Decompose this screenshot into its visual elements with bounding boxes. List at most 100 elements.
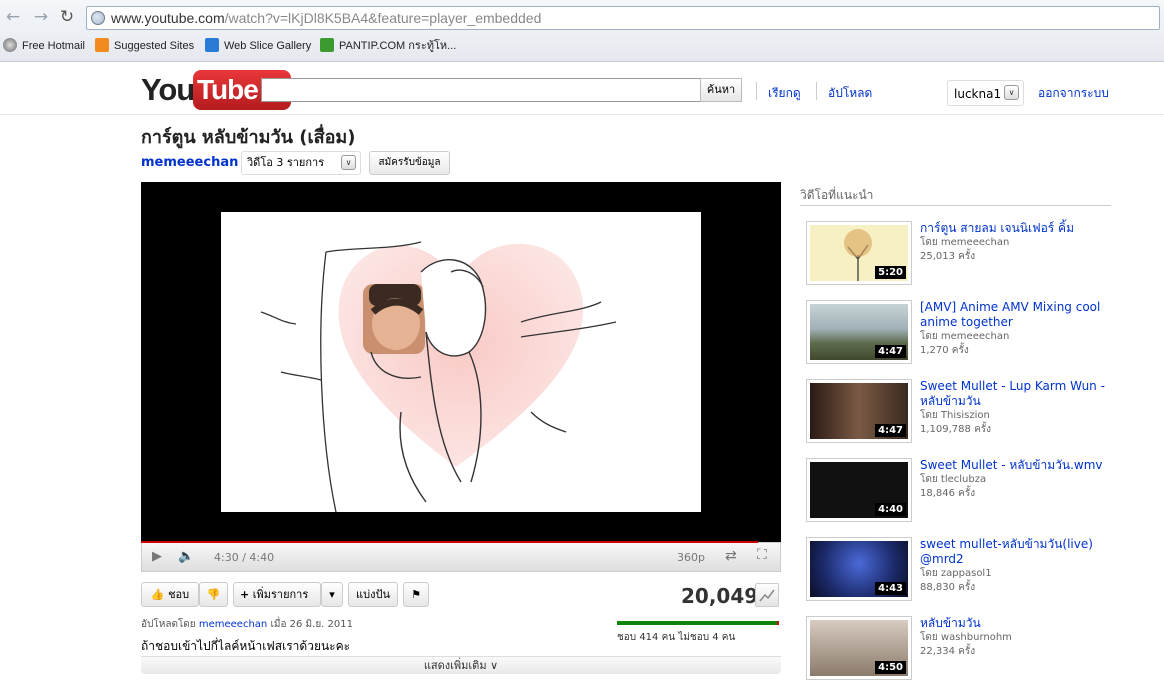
video-thumbnail[interactable]: 4:50: [806, 616, 912, 680]
web-slice-icon: [205, 38, 219, 52]
chart-icon: [759, 589, 775, 602]
suggested-author: โดย Thisiszion: [920, 410, 990, 421]
show-more-button[interactable]: แสดงเพิ่มเติม ∨: [141, 656, 781, 674]
stats-button[interactable]: [755, 583, 779, 607]
chevron-down-icon: ▾: [329, 588, 335, 601]
video-player[interactable]: [141, 182, 781, 542]
add-to-button[interactable]: + เพิ่มรายการ: [233, 582, 321, 607]
header-divider: [0, 114, 1164, 115]
quality-selector[interactable]: 360p: [677, 551, 705, 564]
thumbnail-image: 4:43: [810, 541, 908, 597]
page-title: การ์ตูน หลับข้ามวัน (เสื่อม): [141, 127, 356, 148]
thumbnail-image: 4:50: [810, 620, 908, 676]
suggestions-heading: วิดีโอที่แนะนำ: [800, 188, 874, 202]
video-frame: [221, 212, 701, 512]
video-thumbnail[interactable]: 5:20: [806, 221, 912, 285]
upload-link[interactable]: อัปโหลด: [828, 84, 872, 103]
upload-info: อัปโหลดโดย memeeechan เมื่อ 26 มิ.ย. 201…: [141, 619, 353, 630]
player-controls: ▶ 🔈 4:30 / 4:40 360p ⇄ ⛶: [141, 542, 781, 572]
thumbs-up-icon: 👍: [150, 588, 165, 601]
header-divider: [816, 82, 817, 100]
time-display: 4:30 / 4:40: [214, 551, 275, 564]
dislike-ratio-bar: [777, 621, 779, 625]
video-count-dropdown[interactable]: วิดีโอ 3 รายการ ∨: [241, 151, 361, 175]
suggested-views: 1,109,788 ครั้ง: [920, 424, 992, 435]
suggested-author: โดย tleclubza: [920, 474, 987, 485]
search-input[interactable]: [261, 78, 701, 102]
duration-badge: 4:47: [875, 424, 906, 437]
suggested-video[interactable]: 4:50 หลับข้ามวัน โดย washburnohm 22,334 คร…: [806, 616, 1112, 682]
suggested-video[interactable]: 4:47 Sweet Mullet - Lup Karm Wun - หลับข…: [806, 379, 1112, 445]
suggested-title[interactable]: หลับข้ามวัน: [920, 616, 1110, 631]
username: luckna1: [954, 87, 1002, 101]
suggested-sites-icon: [95, 38, 109, 52]
show-more-label: แสดงเพิ่มเติม: [423, 659, 487, 672]
browse-link[interactable]: เรียกดู: [768, 84, 801, 103]
like-button[interactable]: 👍 ชอบ: [141, 582, 199, 607]
chevron-down-icon: ∨: [490, 659, 499, 672]
address-bar[interactable]: www.youtube.com/watch?v=lKjDl8K5BA4&feat…: [86, 6, 1160, 30]
subscribe-button[interactable]: สมัครรับข้อมูล: [369, 151, 450, 175]
thumbnail-image: 4:47: [810, 383, 908, 439]
flag-icon: ⚑: [411, 588, 421, 601]
thumbnail-image: 4:47: [810, 304, 908, 360]
favorite-web-slice-gallery[interactable]: Web Slice Gallery: [205, 38, 311, 56]
suggested-video[interactable]: 4:47 [AMV] Anime AMV Mixing cool anime t…: [806, 300, 1112, 366]
play-icon[interactable]: ▶: [152, 549, 162, 564]
signout-link[interactable]: ออกจากระบบ: [1038, 84, 1109, 103]
chevron-down-icon: ∨: [341, 155, 356, 170]
suggested-title[interactable]: Sweet Mullet - หลับข้ามวัน.wmv: [920, 458, 1110, 473]
suggested-author: โดย memeeechan: [920, 237, 1010, 248]
fullscreen-icon[interactable]: ⛶: [757, 547, 767, 563]
duration-badge: 4:47: [875, 345, 906, 358]
back-arrow-icon[interactable]: ←: [2, 6, 24, 28]
duration-badge: 4:50: [875, 661, 906, 674]
dislike-button[interactable]: 👎: [199, 582, 228, 607]
suggested-title[interactable]: sweet mullet-หลับข้ามวัน(live) @mrd2: [920, 537, 1110, 567]
favorite-pantip[interactable]: PANTIP.COM กระทู้โห...: [320, 38, 456, 56]
flag-button[interactable]: ⚑: [403, 582, 429, 607]
video-thumbnail[interactable]: 4:47: [806, 300, 912, 364]
suggested-views: 25,013 ครั้ง: [920, 251, 976, 262]
address-url: www.youtube.com/watch?v=lKjDl8K5BA4&feat…: [111, 10, 542, 26]
favorite-suggested-sites[interactable]: Suggested Sites: [95, 38, 194, 56]
suggested-author: โดย zappasol1: [920, 568, 992, 579]
volume-icon[interactable]: 🔈: [178, 549, 194, 564]
uploader-link[interactable]: memeeechan: [199, 619, 267, 630]
view-count: 20,049: [681, 584, 759, 608]
suggested-title[interactable]: [AMV] Anime AMV Mixing cool anime togeth…: [920, 300, 1110, 330]
header-divider: [756, 82, 757, 100]
video-thumbnail[interactable]: 4:43: [806, 537, 912, 601]
add-to-label: เพิ่มรายการ: [252, 588, 309, 601]
suggested-title[interactable]: การ์ตูน สายลม เจนนิเฟอร์ คิ้ม: [920, 221, 1110, 236]
video-thumbnail[interactable]: 4:40: [806, 458, 912, 522]
duration-badge: 5:20: [875, 266, 906, 279]
thumbnail-image: 5:20: [810, 225, 908, 281]
suggested-views: 18,846 ครั้ง: [920, 488, 976, 499]
cactus-icon: [320, 38, 334, 52]
like-ratio-bar: [617, 621, 779, 625]
globe-icon: [91, 11, 105, 25]
duration-badge: 4:40: [875, 503, 906, 516]
popout-icon[interactable]: ⇄: [725, 548, 737, 564]
like-stats: ชอบ 414 คน ไม่ชอบ 4 คน: [617, 632, 736, 643]
browser-toolbar: ← → ↻ www.youtube.com/watch?v=lKjDl8K5BA…: [0, 0, 1164, 62]
suggested-video[interactable]: 5:20 การ์ตูน สายลม เจนนิเฟอร์ คิ้ม โดย me…: [806, 221, 1112, 287]
search-button[interactable]: ค้นหา: [700, 78, 742, 102]
duration-badge: 4:43: [875, 582, 906, 595]
channel-link[interactable]: memeeechan: [141, 155, 238, 170]
like-label: ชอบ: [168, 588, 190, 601]
forward-arrow-icon[interactable]: →: [30, 6, 52, 28]
share-button[interactable]: แบ่งปัน: [348, 582, 398, 607]
refresh-icon[interactable]: ↻: [56, 6, 78, 28]
user-menu[interactable]: luckna1 ∨: [947, 80, 1024, 106]
favorites-bar: Free Hotmail Suggested Sites Web Slice G…: [0, 34, 1164, 58]
suggested-video[interactable]: 4:40 Sweet Mullet - หลับข้ามวัน.wmv โดย t…: [806, 458, 1112, 524]
suggested-title[interactable]: Sweet Mullet - Lup Karm Wun - หลับข้ามวั…: [920, 379, 1110, 409]
progress-bar-fill[interactable]: [141, 541, 758, 543]
suggested-views: 1,270 ครั้ง: [920, 345, 969, 356]
video-thumbnail[interactable]: 4:47: [806, 379, 912, 443]
add-to-dropdown[interactable]: ▾: [321, 582, 343, 607]
suggested-video[interactable]: 4:43 sweet mullet-หลับข้ามวัน(live) @mrd…: [806, 537, 1112, 603]
favorite-free-hotmail[interactable]: Free Hotmail: [3, 38, 85, 56]
